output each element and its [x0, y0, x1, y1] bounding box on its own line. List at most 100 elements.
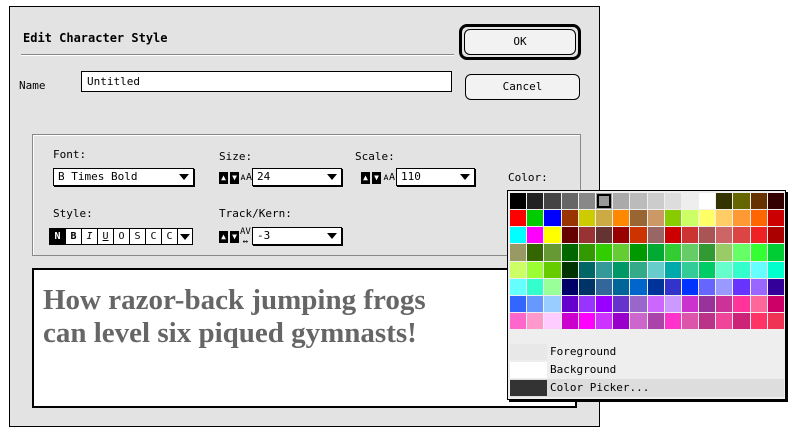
arrow-down-icon[interactable]: ▼: [230, 172, 239, 184]
color-swatch[interactable]: [767, 278, 784, 295]
color-swatch[interactable]: [647, 312, 664, 329]
style-bold-button[interactable]: B: [66, 229, 82, 244]
color-swatch[interactable]: [578, 261, 595, 278]
scale-field[interactable]: 110: [396, 168, 475, 186]
color-swatch[interactable]: [664, 261, 681, 278]
color-swatch[interactable]: [664, 210, 681, 227]
background-option[interactable]: Background: [510, 361, 784, 379]
color-swatch[interactable]: [613, 261, 630, 278]
color-swatch[interactable]: [527, 193, 544, 210]
color-swatch[interactable]: [767, 193, 784, 210]
color-swatch[interactable]: [561, 278, 578, 295]
arrow-down-icon[interactable]: ▼: [372, 172, 381, 184]
style-italic-button[interactable]: I: [82, 229, 98, 244]
color-swatch[interactable]: [527, 278, 544, 295]
color-swatch[interactable]: [527, 210, 544, 227]
color-swatch[interactable]: [716, 227, 733, 244]
color-swatch[interactable]: [664, 227, 681, 244]
color-swatch[interactable]: [544, 295, 561, 312]
color-swatch[interactable]: [750, 193, 767, 210]
color-swatch[interactable]: [527, 261, 544, 278]
color-swatch[interactable]: [578, 312, 595, 329]
color-swatch[interactable]: [750, 261, 767, 278]
color-swatch[interactable]: [595, 210, 613, 227]
color-swatch[interactable]: [561, 295, 578, 312]
color-swatch[interactable]: [681, 227, 699, 244]
style-extend-button[interactable]: C: [162, 229, 178, 244]
color-swatch[interactable]: [699, 261, 716, 278]
color-swatch[interactable]: [699, 227, 716, 244]
style-more-button[interactable]: [178, 229, 192, 244]
color-swatch[interactable]: [595, 193, 613, 210]
color-swatch[interactable]: [527, 227, 544, 244]
color-swatch[interactable]: [510, 210, 527, 227]
color-swatch[interactable]: [767, 295, 784, 312]
color-swatch[interactable]: [630, 278, 647, 295]
color-swatch[interactable]: [699, 244, 716, 261]
color-swatch[interactable]: [647, 210, 664, 227]
color-swatch[interactable]: [767, 244, 784, 261]
color-swatch[interactable]: [613, 210, 630, 227]
color-swatch[interactable]: [544, 312, 561, 329]
color-swatch[interactable]: [561, 244, 578, 261]
color-swatch[interactable]: [750, 227, 767, 244]
style-condense-button[interactable]: C: [146, 229, 162, 244]
color-swatch[interactable]: [630, 193, 647, 210]
color-swatch[interactable]: [578, 227, 595, 244]
color-swatch[interactable]: [595, 278, 613, 295]
color-swatch[interactable]: [750, 312, 767, 329]
color-swatch[interactable]: [681, 278, 699, 295]
color-swatch[interactable]: [716, 210, 733, 227]
color-swatch[interactable]: [647, 278, 664, 295]
color-swatch[interactable]: [716, 193, 733, 210]
color-swatch[interactable]: [699, 312, 716, 329]
color-swatch[interactable]: [527, 295, 544, 312]
color-swatch[interactable]: [699, 278, 716, 295]
color-swatch[interactable]: [681, 261, 699, 278]
size-field[interactable]: 24: [252, 168, 342, 186]
color-swatch[interactable]: [510, 278, 527, 295]
color-swatch[interactable]: [733, 210, 750, 227]
color-swatch[interactable]: [664, 244, 681, 261]
color-swatch[interactable]: [647, 193, 664, 210]
color-swatch[interactable]: [630, 312, 647, 329]
color-swatch[interactable]: [544, 210, 561, 227]
color-swatch[interactable]: [578, 244, 595, 261]
color-swatch[interactable]: [681, 244, 699, 261]
color-swatch[interactable]: [630, 261, 647, 278]
color-swatch[interactable]: [561, 312, 578, 329]
color-swatch[interactable]: [561, 261, 578, 278]
font-popup[interactable]: B Times Bold: [53, 168, 194, 186]
color-swatch[interactable]: [510, 244, 527, 261]
color-swatch[interactable]: [561, 193, 578, 210]
color-swatch[interactable]: [595, 261, 613, 278]
size-stepper[interactable]: ▲ ▼: [219, 172, 239, 188]
color-swatch[interactable]: [716, 312, 733, 329]
track-stepper[interactable]: ▲ ▼: [219, 231, 239, 247]
color-swatch[interactable]: [544, 193, 561, 210]
color-swatch[interactable]: [647, 227, 664, 244]
color-swatch[interactable]: [630, 295, 647, 312]
color-swatch[interactable]: [630, 227, 647, 244]
style-outline-button[interactable]: O: [114, 229, 130, 244]
color-swatch[interactable]: [544, 261, 561, 278]
color-swatch[interactable]: [716, 295, 733, 312]
color-swatch[interactable]: [767, 312, 784, 329]
color-swatch[interactable]: [613, 278, 630, 295]
color-swatch[interactable]: [664, 278, 681, 295]
style-underline-button[interactable]: U: [98, 229, 114, 244]
color-swatch[interactable]: [750, 278, 767, 295]
color-swatch[interactable]: [750, 210, 767, 227]
color-swatch[interactable]: [681, 193, 699, 210]
color-swatch[interactable]: [544, 227, 561, 244]
color-swatch[interactable]: [767, 210, 784, 227]
arrow-down-icon[interactable]: ▼: [230, 231, 239, 243]
color-swatch[interactable]: [613, 295, 630, 312]
color-swatch[interactable]: [595, 295, 613, 312]
color-swatch[interactable]: [664, 295, 681, 312]
style-buttons[interactable]: N B I U O S C C: [49, 228, 193, 245]
color-swatch[interactable]: [510, 312, 527, 329]
color-swatch[interactable]: [613, 244, 630, 261]
color-swatch[interactable]: [647, 261, 664, 278]
color-swatch[interactable]: [510, 295, 527, 312]
